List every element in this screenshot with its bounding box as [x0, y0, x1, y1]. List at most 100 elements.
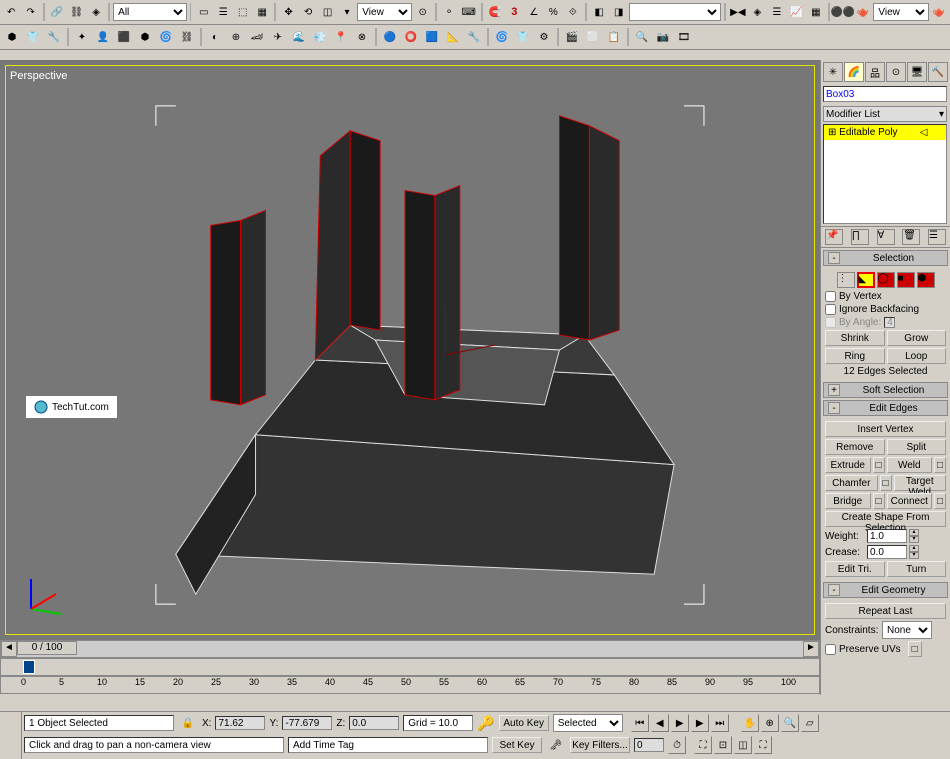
y-coord-input[interactable] — [282, 716, 332, 730]
reactor-14-icon[interactable]: 🌊 — [289, 27, 309, 47]
utilities-tab-icon[interactable]: 🔨 — [928, 62, 948, 82]
key-filters-button[interactable]: Key Filters... — [570, 737, 630, 753]
by-vertex-checkbox[interactable] — [825, 291, 836, 302]
weld-settings-button[interactable]: □ — [934, 457, 946, 473]
curve-editor-icon[interactable]: 📈 — [787, 2, 806, 22]
show-result-icon[interactable]: ∏ — [851, 229, 869, 245]
ref-coord-icon[interactable]: ▾ — [338, 2, 357, 22]
edit-edges-rollout-header[interactable]: -Edit Edges — [823, 400, 948, 416]
reactor-30-icon[interactable]: 📷 — [653, 27, 673, 47]
select-name-icon[interactable]: ☰ — [214, 2, 233, 22]
pivot-icon[interactable]: ⊙ — [413, 2, 432, 22]
object-name-input[interactable] — [823, 86, 947, 102]
manipulate-icon[interactable]: ⚬ — [440, 2, 459, 22]
reactor-24-icon[interactable]: 👕 — [513, 27, 533, 47]
extrude-settings-button[interactable]: □ — [873, 457, 885, 473]
named-selection-dropdown[interactable] — [629, 3, 721, 21]
time-slider-handle[interactable]: 0 / 100 — [17, 641, 77, 655]
reactor-26-icon[interactable]: 🎬 — [562, 27, 582, 47]
x-coord-input[interactable] — [215, 716, 265, 730]
snap-icon[interactable]: 🧲 — [486, 2, 505, 22]
unique-icon[interactable]: ∀ — [877, 229, 895, 245]
edit-tri-button[interactable]: Edit Tri. — [825, 561, 885, 577]
edge-mode-icon[interactable]: ◣ — [857, 272, 875, 288]
goto-start-icon[interactable]: ⏮ — [631, 714, 649, 732]
reactor-1-icon[interactable]: ⬢ — [2, 27, 22, 47]
selection-filter-dropdown[interactable]: All — [113, 3, 186, 21]
reactor-9-icon[interactable]: ⛓ — [177, 27, 197, 47]
edit-geometry-rollout-header[interactable]: -Edit Geometry — [823, 582, 948, 598]
reactor-10-icon[interactable]: ◐ — [205, 27, 225, 47]
layers-icon[interactable]: ☰ — [768, 2, 787, 22]
maximize-viewport-icon[interactable]: ⛶ — [754, 736, 772, 754]
pin-stack-icon[interactable]: 📌 — [825, 229, 843, 245]
polygon-mode-icon[interactable]: ■ — [897, 272, 915, 288]
mirror-icon[interactable]: ▶◀ — [729, 2, 748, 22]
zoom-all-icon[interactable]: ⊡ — [714, 736, 732, 754]
reactor-23-icon[interactable]: 🌀 — [492, 27, 512, 47]
element-mode-icon[interactable]: ⬢ — [917, 272, 935, 288]
perspective-viewport[interactable]: Perspective — [5, 65, 815, 635]
modifier-item[interactable]: ⊞ Editable Poly ◁ — [824, 125, 946, 140]
auto-key-button[interactable]: Auto Key — [499, 715, 549, 731]
link-icon[interactable]: 🔗 — [48, 2, 67, 22]
time-next-button[interactable]: ► — [803, 641, 819, 657]
time-prev-button[interactable]: ◄ — [1, 641, 17, 657]
reactor-28-icon[interactable]: 📋 — [604, 27, 624, 47]
constraints-dropdown[interactable]: None — [882, 621, 932, 639]
ignore-backfacing-checkbox[interactable] — [825, 304, 836, 315]
create-tab-icon[interactable]: ✳ — [823, 62, 843, 82]
spinner-snap-icon[interactable]: ⟐ — [564, 2, 583, 22]
grow-button[interactable]: Grow — [887, 330, 947, 346]
connect-settings-button[interactable]: □ — [934, 493, 946, 509]
reactor-29-icon[interactable]: 🔍 — [632, 27, 652, 47]
modify-tab-icon[interactable]: 🌈 — [844, 62, 864, 82]
schematic-icon[interactable]: ▦ — [807, 2, 826, 22]
bridge-settings-button[interactable]: □ — [873, 493, 885, 509]
quick-render-icon[interactable]: 🫖 — [930, 2, 949, 22]
reactor-17-icon[interactable]: ⊗ — [352, 27, 372, 47]
current-frame-input[interactable] — [634, 738, 664, 752]
reactor-11-icon[interactable]: ⊕ — [226, 27, 246, 47]
reactor-13-icon[interactable]: ✈ — [268, 27, 288, 47]
configure-icon[interactable]: ☰ — [928, 229, 946, 245]
chamfer-settings-button[interactable]: □ — [880, 475, 892, 491]
align-icon[interactable]: ◈ — [748, 2, 767, 22]
target-weld-button[interactable]: Target Weld — [894, 475, 947, 491]
reactor-12-icon[interactable]: 🏎 — [247, 27, 267, 47]
reactor-25-icon[interactable]: ⚙ — [534, 27, 554, 47]
key-big-icon[interactable]: 🗝 — [546, 735, 566, 755]
play-icon[interactable]: ▶ — [671, 714, 689, 732]
arc-rotate-icon[interactable]: ⊕ — [761, 714, 779, 732]
scale-icon[interactable]: ◫ — [318, 2, 337, 22]
percent-snap-icon[interactable]: % — [544, 2, 563, 22]
turn-button[interactable]: Turn — [887, 561, 947, 577]
select-region-icon[interactable]: ⬚ — [233, 2, 252, 22]
lock-selection-icon[interactable]: 🔒 — [178, 713, 198, 733]
zoom-icon[interactable]: 🔍 — [781, 714, 799, 732]
reactor-4-icon[interactable]: ✦ — [72, 27, 92, 47]
material-editor-icon[interactable]: ⚫⚫ — [833, 2, 853, 22]
move-icon[interactable]: ✥ — [279, 2, 298, 22]
pan-view-icon[interactable]: ✋ — [741, 714, 759, 732]
bridge-button[interactable]: Bridge — [825, 493, 871, 509]
chamfer-button[interactable]: Chamfer — [825, 475, 878, 491]
snap3-icon[interactable]: 3 — [505, 2, 524, 22]
hierarchy-tab-icon[interactable]: 品 — [865, 62, 885, 82]
render-scene-icon[interactable]: 🫖 — [854, 2, 873, 22]
loop-button[interactable]: Loop — [887, 348, 947, 364]
selection-rollout-header[interactable]: -Selection — [823, 250, 948, 266]
motion-tab-icon[interactable]: ⊙ — [886, 62, 906, 82]
crease-input[interactable] — [867, 545, 907, 559]
create-shape-button[interactable]: Create Shape From Selection — [825, 511, 946, 527]
reactor-21-icon[interactable]: 📐 — [443, 27, 463, 47]
split-button[interactable]: Split — [887, 439, 947, 455]
display-tab-icon[interactable]: 🖥 — [907, 62, 927, 82]
named-sel2-icon[interactable]: ◨ — [609, 2, 628, 22]
extrude-button[interactable]: Extrude — [825, 457, 871, 473]
remove-mod-icon[interactable]: 🗑 — [902, 229, 920, 245]
shrink-button[interactable]: Shrink — [825, 330, 885, 346]
key-mode-dropdown[interactable]: Selected — [553, 714, 623, 732]
angle-snap-icon[interactable]: ∠ — [525, 2, 544, 22]
reactor-31-icon[interactable]: 🎞 — [674, 27, 694, 47]
